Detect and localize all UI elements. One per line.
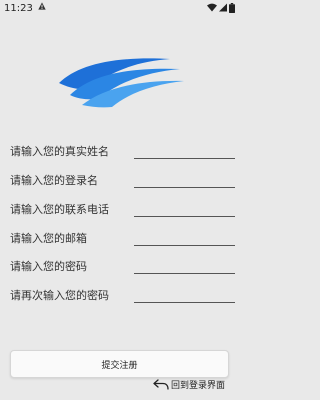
- phone-label: 请输入您的联系电话: [10, 203, 109, 216]
- confirm-password-input[interactable]: [134, 289, 235, 303]
- wifi-icon: [207, 3, 217, 12]
- back-to-login-link[interactable]: 回到登录界面: [153, 378, 226, 391]
- email-label: 请输入您的邮箱: [10, 232, 87, 245]
- status-time: 11:23: [4, 3, 33, 14]
- wave-logo-icon: [59, 58, 184, 108]
- back-to-login-label: 回到登录界面: [171, 380, 226, 391]
- email-input[interactable]: [134, 232, 235, 246]
- form-row-email: 请输入您的邮箱: [10, 228, 235, 248]
- submit-register-button[interactable]: 提交注册: [10, 350, 229, 378]
- undo-arrow-icon: [153, 378, 169, 390]
- form-row-confirm-password: 请再次输入您的密码: [10, 285, 235, 305]
- warning-icon: [38, 2, 46, 10]
- phone-input[interactable]: [134, 203, 235, 217]
- real-name-label: 请输入您的真实姓名: [10, 145, 109, 158]
- form-row-real-name: 请输入您的真实姓名: [10, 141, 235, 161]
- real-name-input[interactable]: [134, 145, 235, 159]
- battery-icon: [229, 3, 235, 13]
- login-name-input[interactable]: [134, 174, 235, 188]
- confirm-password-label: 请再次输入您的密码: [10, 289, 109, 302]
- form-row-login-name: 请输入您的登录名: [10, 170, 235, 190]
- login-name-label: 请输入您的登录名: [10, 174, 98, 187]
- cell-signal-icon: [219, 3, 227, 12]
- password-input[interactable]: [134, 260, 235, 274]
- status-bar: 11:23: [0, 0, 240, 18]
- password-label: 请输入您的密码: [10, 260, 87, 273]
- form-row-password: 请输入您的密码: [10, 256, 235, 276]
- form-row-phone: 请输入您的联系电话: [10, 199, 235, 219]
